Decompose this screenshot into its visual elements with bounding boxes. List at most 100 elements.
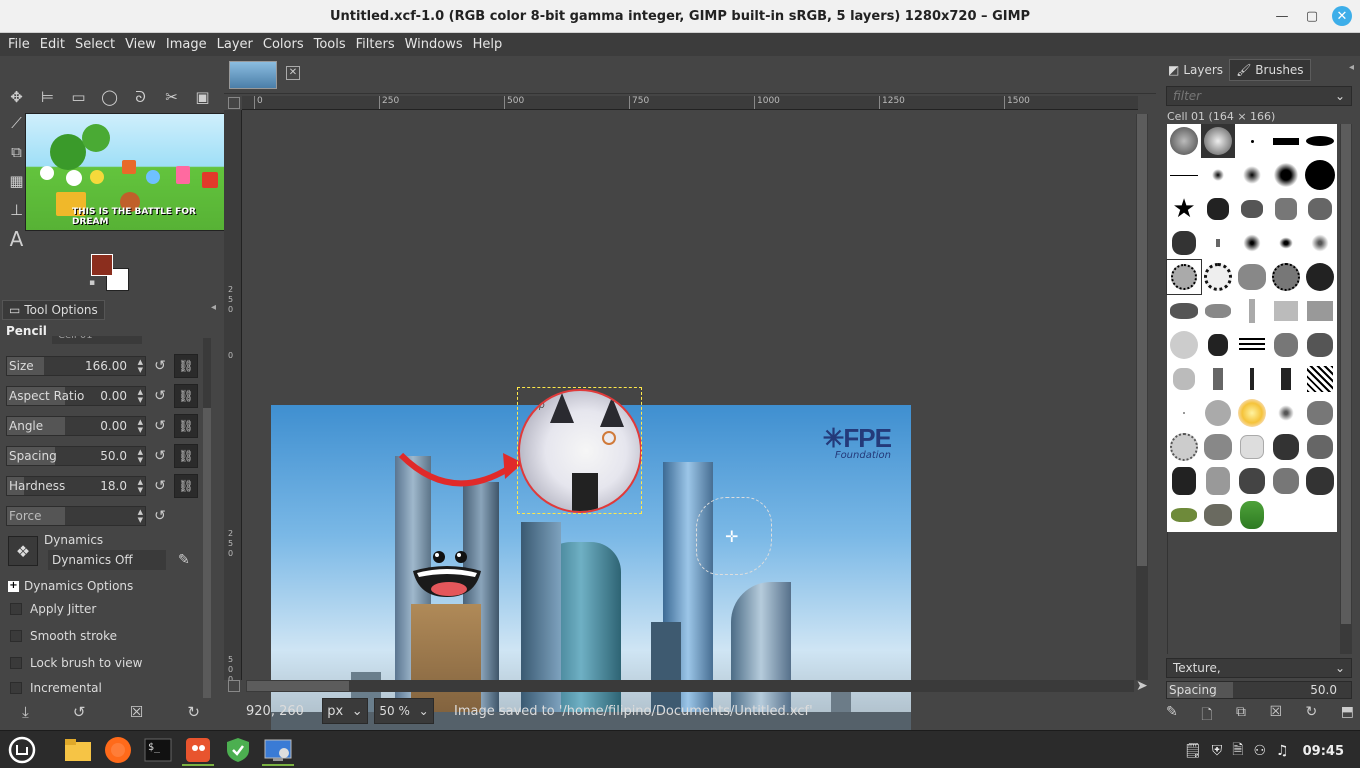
brush-cell[interactable] (1303, 464, 1337, 498)
delete-brush-icon[interactable]: ☒ (1269, 704, 1282, 726)
brush-selector[interactable]: Cell 01 (6, 336, 196, 346)
angle-slider[interactable]: Angle 0.00 ▲ ▼ (6, 416, 146, 436)
brush-cell[interactable] (1166, 259, 1202, 295)
scrollbar-thumb[interactable] (1341, 124, 1351, 624)
menu-edit[interactable]: Edit (35, 37, 70, 52)
brush-cell[interactable] (1167, 396, 1201, 430)
link-icon[interactable]: ⛓ (174, 354, 198, 378)
brush-cell[interactable] (1235, 226, 1269, 260)
security-shield-icon[interactable]: ⛨ (1212, 743, 1223, 759)
restore-options-icon[interactable]: ↺ (73, 703, 86, 721)
brush-cell[interactable] (1201, 328, 1235, 362)
spin-icon[interactable]: ▲ ▼ (138, 388, 143, 404)
open-as-image-icon[interactable]: ⬒ (1341, 704, 1354, 726)
menu-file[interactable]: File (3, 37, 35, 52)
hardness-slider[interactable]: Hardness 18.0 ▲ ▼ (6, 476, 146, 496)
brush-cell[interactable] (1303, 396, 1337, 430)
smooth-stroke-checkbox[interactable]: Smooth stroke (10, 629, 117, 643)
clock[interactable]: 09:45 (1303, 744, 1344, 759)
brush-cell[interactable]: ★ (1167, 192, 1201, 226)
move-tool-icon[interactable]: ✥ (4, 84, 29, 109)
spin-icon[interactable]: ▲ ▼ (138, 478, 143, 494)
brush-cell[interactable] (1269, 396, 1303, 430)
network-icon[interactable]: ⚇ (1253, 743, 1266, 759)
spin-icon[interactable]: ▲ ▼ (138, 508, 143, 524)
brush-cell[interactable] (1167, 124, 1201, 158)
brush-spacing-slider[interactable]: Spacing 50.0 (1166, 681, 1352, 699)
tab-brushes[interactable]: 🖌 Brushes (1229, 59, 1311, 81)
menu-select[interactable]: Select (70, 37, 120, 52)
brush-cell[interactable] (1269, 260, 1303, 294)
brush-cell[interactable] (1201, 294, 1235, 328)
brush-cell[interactable] (1201, 498, 1235, 532)
vertical-scrollbar[interactable] (1136, 114, 1148, 680)
tab-tool-options[interactable]: ▭ Tool Options (2, 300, 105, 320)
navigate-icon[interactable]: ➤ (1136, 678, 1148, 694)
horizontal-scrollbar[interactable] (246, 680, 1134, 692)
firefox-icon[interactable] (102, 734, 134, 766)
menu-tools[interactable]: Tools (309, 37, 351, 52)
vertical-ruler[interactable]: 2 5 0 0 2 5 0 5 0 0 (224, 110, 242, 680)
apply-jitter-checkbox[interactable]: Apply Jitter (10, 602, 96, 616)
spin-icon[interactable]: ▲ ▼ (138, 418, 143, 434)
menu-colors[interactable]: Colors (258, 37, 309, 52)
brush-cell[interactable] (1201, 396, 1235, 430)
link-icon[interactable]: ⛓ (174, 444, 198, 468)
scissors-icon[interactable]: ✂ (159, 84, 184, 109)
brush-cell[interactable] (1303, 430, 1337, 464)
size-slider[interactable]: Size 166.00 ▲ ▼ (6, 356, 146, 376)
spin-icon[interactable]: ▲ ▼ (138, 358, 143, 374)
brush-filter-input[interactable]: filter ⌄ (1166, 86, 1352, 106)
brush-cell[interactable] (1235, 396, 1269, 430)
close-button[interactable]: ✕ (1332, 6, 1352, 26)
dock-config-icon[interactable]: ◂ (1349, 62, 1354, 73)
reset-icon[interactable]: ↺ (152, 358, 168, 374)
quick-mask-icon[interactable] (228, 680, 240, 692)
duplicate-brush-icon[interactable]: ⧉ (1236, 704, 1246, 726)
brush-cell[interactable] (1303, 260, 1337, 294)
brush-cell[interactable] (1201, 158, 1235, 192)
dynamics-icon[interactable]: ❖ (8, 536, 38, 566)
brush-cell[interactable] (1167, 158, 1201, 192)
brush-cell[interactable] (1235, 260, 1269, 294)
brush-cell[interactable] (1269, 124, 1303, 158)
brush-cell[interactable] (1235, 158, 1269, 192)
refresh-brushes-icon[interactable]: ↻ (1306, 704, 1318, 726)
menu-view[interactable]: View (120, 37, 161, 52)
spin-icon[interactable]: ▲ ▼ (138, 448, 143, 464)
mint-menu-icon[interactable] (6, 734, 38, 766)
reset-icon[interactable]: ↺ (152, 388, 168, 404)
brush-cell[interactable] (1303, 328, 1337, 362)
brush-cell[interactable] (1201, 362, 1235, 396)
brush-cell[interactable] (1303, 294, 1337, 328)
brush-cell[interactable] (1303, 362, 1337, 396)
zoom-select[interactable]: 50 % ⌄ (374, 698, 434, 724)
reset-icon[interactable]: ↺ (152, 478, 168, 494)
brush-cell[interactable] (1235, 192, 1269, 226)
free-select-icon[interactable]: ᘐ (128, 84, 153, 109)
dock-config-icon[interactable]: ◂ (211, 302, 216, 313)
align-tool-icon[interactable]: ⊨ (35, 84, 60, 109)
brush-cell[interactable] (1235, 124, 1269, 158)
brush-cell[interactable] (1269, 464, 1303, 498)
edit-dynamics-icon[interactable]: ✎ (178, 552, 190, 568)
clipboard-icon[interactable]: 🗒 (1184, 743, 1202, 759)
default-colors-icon[interactable]: ▪ (89, 278, 95, 288)
brush-cell[interactable] (1269, 362, 1303, 396)
brush-cell[interactable] (1167, 498, 1201, 532)
scrollbar-thumb[interactable] (247, 681, 349, 691)
brush-cell[interactable] (1201, 192, 1235, 226)
foreground-select-icon[interactable]: ▣ (190, 84, 215, 109)
brush-cell[interactable] (1167, 362, 1201, 396)
files-icon[interactable] (62, 734, 94, 766)
reset-icon[interactable]: ↺ (152, 508, 168, 524)
brush-cell[interactable] (1303, 158, 1337, 192)
brush-cell[interactable] (1269, 158, 1303, 192)
brush-cell[interactable] (1269, 294, 1303, 328)
tab-layers[interactable]: ◩ Layers (1162, 59, 1229, 81)
brush-cell[interactable] (1269, 192, 1303, 226)
gimp-taskbar-icon[interactable] (182, 734, 214, 766)
brush-cell[interactable] (1167, 328, 1201, 362)
brush-cell[interactable] (1303, 192, 1337, 226)
brush-cell[interactable] (1303, 124, 1337, 158)
